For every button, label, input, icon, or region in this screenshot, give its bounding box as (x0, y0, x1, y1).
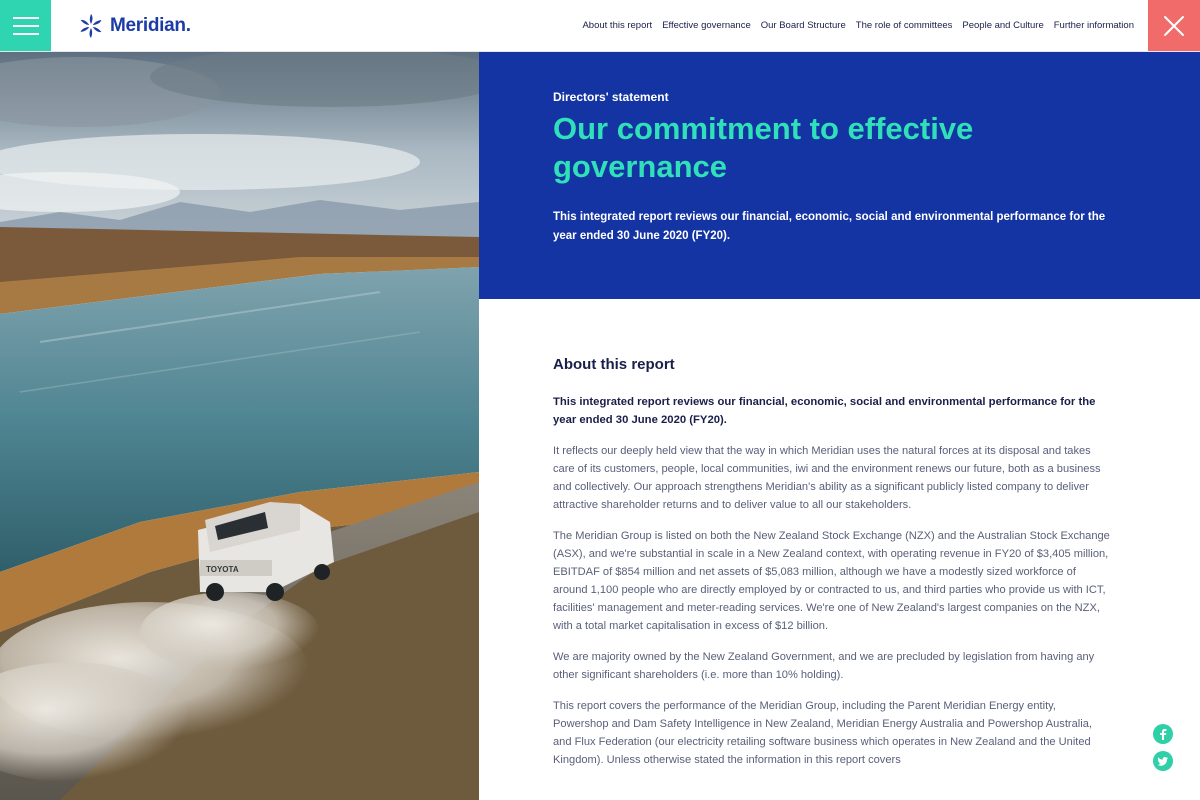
meridian-logo-icon (80, 14, 102, 38)
twitter-share-button[interactable] (1153, 751, 1173, 771)
close-button[interactable] (1148, 0, 1200, 51)
page-title: Our commitment to effective governance (553, 111, 974, 184)
paragraph: This report covers the performance of th… (553, 700, 1092, 766)
hero-banner: Directors' statement Our commitment to e… (479, 52, 1200, 299)
hero-photo: TOYOTA (0, 52, 479, 800)
main-content: About this report This integrated report… (553, 356, 1113, 782)
hamburger-icon-line (12, 32, 39, 35)
nav-effective-governance[interactable]: Effective governance (662, 20, 751, 31)
section-lead: This integrated report reviews our finan… (553, 396, 1096, 426)
facebook-icon (1160, 729, 1167, 740)
twitter-icon (1157, 757, 1168, 766)
nav-about-this-report[interactable]: About this report (582, 20, 652, 31)
nav-further-information[interactable]: Further information (1054, 20, 1134, 31)
facebook-share-button[interactable] (1153, 724, 1173, 744)
hamburger-icon-line (12, 24, 39, 27)
nav-board-structure[interactable]: Our Board Structure (761, 20, 846, 31)
meridian-logo[interactable]: Meridian. (78, 12, 191, 40)
nav-role-of-committees[interactable]: The role of committees (856, 20, 953, 31)
section-title: About this report (553, 356, 675, 373)
paragraph: It reflects our deeply held view that th… (553, 445, 1101, 511)
top-nav: About this report Effective governance O… (582, 0, 1134, 51)
nav-people-and-culture[interactable]: People and Culture (962, 20, 1043, 31)
site-header: Meridian. About this report Effective go… (0, 0, 1200, 52)
close-icon (1164, 15, 1184, 36)
hamburger-icon (12, 16, 39, 19)
menu-button[interactable] (0, 0, 51, 51)
vehicle-text: TOYOTA (206, 565, 239, 574)
logo-text: Meridian. (110, 15, 191, 36)
paragraph: The Meridian Group is listed on both the… (553, 530, 1110, 632)
paragraph: We are majority owned by the New Zealand… (553, 651, 1095, 681)
hero-lead: This integrated report reviews our finan… (553, 211, 1106, 242)
hero-eyebrow: Directors' statement (553, 90, 669, 104)
